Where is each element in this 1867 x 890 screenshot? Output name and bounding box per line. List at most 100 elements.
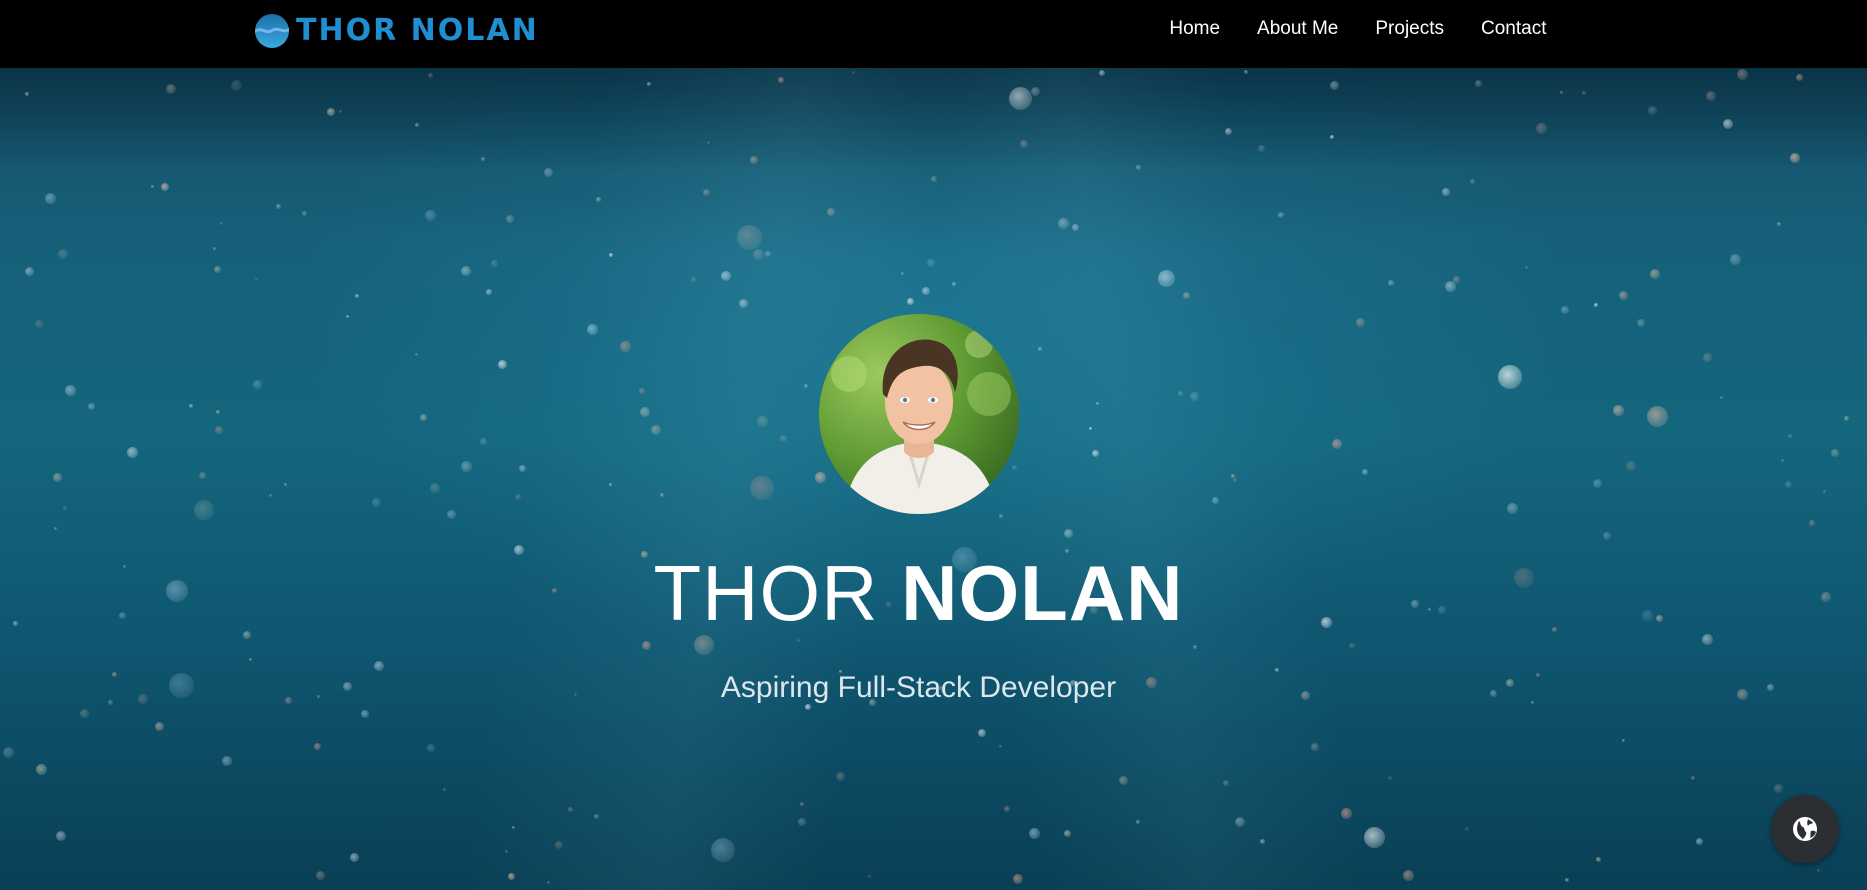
bubble xyxy=(480,438,487,445)
bubble xyxy=(1777,222,1781,226)
bubble xyxy=(1330,81,1339,90)
bubble xyxy=(1364,827,1385,848)
nav-projects[interactable]: Projects xyxy=(1357,0,1463,57)
bubble xyxy=(214,266,221,273)
bubble xyxy=(753,249,764,260)
bubble xyxy=(58,249,68,259)
bubble xyxy=(25,92,29,96)
bubble xyxy=(461,266,471,276)
bubble xyxy=(3,747,14,758)
bubble xyxy=(1136,820,1140,824)
avatar xyxy=(819,314,1019,514)
bubble xyxy=(703,189,710,196)
bubble xyxy=(1470,179,1475,184)
bubble xyxy=(1258,145,1265,152)
bubble xyxy=(1233,478,1237,482)
bubble xyxy=(1445,281,1456,292)
bubble xyxy=(804,384,808,388)
bubble xyxy=(1064,830,1071,837)
profile-photo xyxy=(819,314,1019,514)
bubble xyxy=(166,84,176,94)
bubble xyxy=(1012,465,1017,470)
nav-home[interactable]: Home xyxy=(1151,0,1239,57)
bubble xyxy=(922,287,930,295)
bubble xyxy=(1781,459,1784,462)
bubble xyxy=(220,222,223,225)
bubble xyxy=(56,831,66,841)
bubble xyxy=(515,494,521,500)
bubble xyxy=(952,282,956,286)
bubble xyxy=(372,498,381,507)
hero-first-name: THOR xyxy=(653,549,879,637)
bubble xyxy=(1536,123,1547,134)
bubble xyxy=(350,853,359,862)
page: THOR NOLAN Home About Me Projects Contac… xyxy=(0,0,1867,890)
bubble xyxy=(1594,303,1598,307)
bubble xyxy=(1183,292,1190,299)
bubble xyxy=(276,204,281,209)
bubble xyxy=(249,658,252,661)
bubble xyxy=(1244,70,1248,74)
bubble xyxy=(420,414,427,421)
bubble xyxy=(284,483,287,486)
bubble xyxy=(555,841,563,849)
bubble xyxy=(1332,439,1342,449)
bubble xyxy=(868,875,871,878)
bubble xyxy=(151,185,154,188)
bubble xyxy=(189,404,193,408)
brand-link[interactable]: THOR NOLAN xyxy=(254,13,539,49)
bubble xyxy=(927,259,935,267)
bubble xyxy=(127,447,138,458)
bubble xyxy=(255,278,258,281)
bubble xyxy=(461,461,472,472)
bubble xyxy=(1696,838,1703,845)
bubble xyxy=(327,108,335,116)
bubble xyxy=(642,641,651,650)
nav-about-me[interactable]: About Me xyxy=(1239,0,1357,57)
bubble xyxy=(1498,365,1522,389)
bubble xyxy=(1089,427,1092,430)
bubble xyxy=(639,388,645,394)
bubble xyxy=(54,527,57,530)
bubble xyxy=(447,510,456,519)
bubble xyxy=(1796,74,1803,81)
bubble xyxy=(999,514,1003,518)
bubble xyxy=(694,635,714,655)
bubble xyxy=(1158,270,1175,287)
bubble xyxy=(640,407,650,417)
bubble xyxy=(199,472,206,479)
bubble xyxy=(339,110,342,113)
nav-contact[interactable]: Contact xyxy=(1463,0,1565,57)
bubble xyxy=(1785,481,1792,488)
bubble xyxy=(1092,450,1099,457)
bubble xyxy=(739,299,748,308)
bubble xyxy=(1596,857,1601,862)
bubble xyxy=(931,176,937,182)
bubble xyxy=(1790,153,1800,163)
bubble xyxy=(1809,520,1815,526)
bubble xyxy=(907,298,914,305)
bubble xyxy=(161,183,169,191)
bubble xyxy=(1507,503,1518,514)
bubble xyxy=(901,272,904,275)
bubble xyxy=(346,315,349,318)
bubble xyxy=(1622,739,1625,742)
bubble xyxy=(491,260,498,267)
hero-title: THOR NOLAN xyxy=(0,548,1837,638)
bubble xyxy=(778,77,784,83)
bubble xyxy=(737,225,762,250)
hero-last-name: NOLAN xyxy=(901,549,1184,637)
bubble xyxy=(609,483,612,486)
bubble xyxy=(999,745,1002,748)
bubble xyxy=(415,353,418,356)
bubble xyxy=(707,141,710,144)
bubble xyxy=(750,156,758,164)
bubble xyxy=(1212,497,1219,504)
bubble xyxy=(428,73,433,78)
bubble xyxy=(1647,406,1668,427)
bubble xyxy=(1465,827,1469,831)
bubble xyxy=(1349,643,1355,649)
bubble xyxy=(512,826,515,829)
bubble xyxy=(1362,469,1368,475)
globe-button[interactable] xyxy=(1771,795,1839,863)
